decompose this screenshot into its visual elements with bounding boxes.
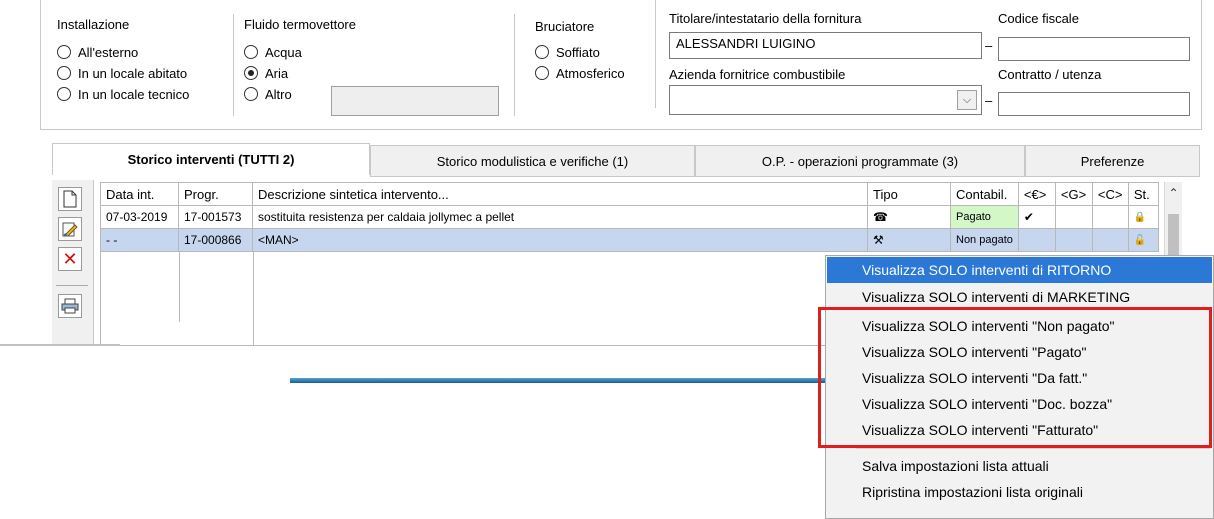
installazione-group: All'esterno In un locale abitato In un l…	[57, 42, 189, 104]
radio-circle[interactable]	[57, 66, 71, 80]
cell-c	[1091, 205, 1129, 229]
radio-all-esterno[interactable]: All'esterno	[57, 42, 189, 62]
tab-storico-modulistica[interactable]: Storico modulistica e verifiche (1)	[370, 145, 695, 177]
fluido-group: Acqua Aria Altro	[244, 42, 302, 104]
col-line	[253, 252, 254, 346]
progress-strip	[290, 378, 826, 383]
cell-g	[1054, 205, 1093, 229]
fluido-title: Fluido termovettore	[244, 17, 356, 32]
checkmark-icon: ✔	[1017, 205, 1056, 229]
divider	[514, 14, 515, 116]
menu-item-salva-impostazioni[interactable]: Salva impostazioni lista attuali	[827, 453, 1212, 479]
menu-separator	[856, 448, 1210, 449]
contratto-field[interactable]	[998, 92, 1190, 116]
col-data[interactable]: Data int.	[100, 182, 179, 206]
delete-x-icon[interactable]: ✕	[58, 247, 82, 271]
tab-bar: Storico interventi (TUTTI 2) Storico mod…	[52, 143, 1200, 177]
cell-euro	[1017, 228, 1056, 252]
radio-soffiato[interactable]: Soffiato	[535, 42, 625, 62]
divider	[655, 0, 656, 108]
new-document-icon[interactable]	[58, 187, 82, 211]
contratto-label: Contratto / utenza	[998, 67, 1102, 82]
altro-input[interactable]	[331, 86, 499, 116]
radio-circle[interactable]	[535, 45, 549, 59]
printer-icon[interactable]	[58, 294, 82, 318]
radio-circle[interactable]	[57, 87, 71, 101]
codice-fiscale-label: Codice fiscale	[998, 11, 1079, 26]
tab-preferenze[interactable]: Preferenze	[1025, 145, 1200, 177]
divider	[233, 14, 234, 116]
cell-g	[1054, 228, 1093, 252]
dash: –	[985, 93, 993, 108]
tools-icon: ⚒	[867, 228, 951, 252]
table-row[interactable]: 07-03-2019 17-001573 sostituita resisten…	[100, 205, 1159, 229]
cell-contabil: Non pagato	[950, 228, 1019, 252]
bruciatore-title: Bruciatore	[535, 19, 595, 34]
cell-data: 07-03-2019	[100, 205, 179, 229]
tab-storico-interventi[interactable]: Storico interventi (TUTTI 2)	[52, 143, 370, 175]
col-g[interactable]: <G>	[1054, 182, 1093, 206]
toolbar-divider	[56, 285, 88, 286]
titolare-field[interactable]: ALESSANDRI LUIGINO	[669, 32, 982, 59]
grid-header-row: Data int. Progr. Descrizione sintetica i…	[100, 182, 1159, 206]
radio-locale-abitato[interactable]: In un locale abitato	[57, 63, 189, 83]
radio-atmosferico[interactable]: Atmosferico	[535, 63, 625, 83]
col-c[interactable]: <C>	[1091, 182, 1129, 206]
azienda-label: Azienda fornitrice combustibile	[669, 67, 846, 82]
cell-descr: <MAN>	[252, 228, 868, 252]
cell-c	[1091, 228, 1129, 252]
col-descrizione[interactable]: Descrizione sintetica intervento...	[252, 182, 868, 206]
chevron-down-icon[interactable]: ⌵	[957, 90, 977, 110]
radio-circle[interactable]	[57, 45, 71, 59]
col-progr[interactable]: Progr.	[178, 182, 253, 206]
chevron-up-icon[interactable]: ⌃	[1165, 182, 1182, 200]
radio-aria[interactable]: Aria	[244, 63, 302, 83]
azienda-combobox[interactable]: ⌵	[669, 85, 982, 115]
unlock-icon: 🔓	[1127, 228, 1159, 252]
bruciatore-group: Soffiato Atmosferico	[535, 42, 625, 83]
col-contabil[interactable]: Contabil.	[950, 182, 1019, 206]
phone-icon: ☎	[867, 205, 951, 229]
cell-contabil: Pagato	[950, 205, 1019, 229]
cell-data: - -	[100, 228, 179, 252]
window-edge	[0, 344, 120, 346]
col-euro[interactable]: <€>	[1017, 182, 1056, 206]
codice-fiscale-field[interactable]	[998, 37, 1190, 61]
radio-circle-selected[interactable]	[244, 66, 258, 80]
tab-operazioni-programmate[interactable]: O.P. - operazioni programmate (3)	[695, 145, 1025, 177]
cell-descr: sostituita resistenza per caldaia jollym…	[252, 205, 868, 229]
radio-locale-tecnico[interactable]: In un locale tecnico	[57, 84, 189, 104]
lock-icon: 🔒	[1127, 205, 1159, 229]
cell-progr: 17-001573	[178, 205, 253, 229]
installazione-title: Installazione	[57, 17, 130, 32]
col-tipo[interactable]: Tipo	[867, 182, 951, 206]
grid-toolbar: ✕	[52, 180, 94, 344]
titolare-label: Titolare/intestatario della fornitura	[669, 11, 862, 26]
radio-circle[interactable]	[244, 87, 258, 101]
highlight-box	[818, 307, 1212, 448]
dash: –	[985, 38, 993, 53]
menu-item-ritorno[interactable]: Visualizza SOLO interventi di RITORNO	[827, 257, 1212, 283]
edit-document-icon[interactable]	[58, 217, 82, 241]
radio-circle[interactable]	[535, 66, 549, 80]
col-line	[179, 252, 180, 322]
menu-item-ripristina-impostazioni[interactable]: Ripristina impostazioni lista originali	[827, 479, 1212, 505]
radio-altro[interactable]: Altro	[244, 84, 302, 104]
cell-progr: 17-000866	[178, 228, 253, 252]
table-row-selected[interactable]: - - 17-000866 <MAN> ⚒ Non pagato 🔓	[100, 228, 1159, 252]
col-st[interactable]: St.	[1127, 182, 1159, 206]
radio-acqua[interactable]: Acqua	[244, 42, 302, 62]
radio-circle[interactable]	[244, 45, 258, 59]
